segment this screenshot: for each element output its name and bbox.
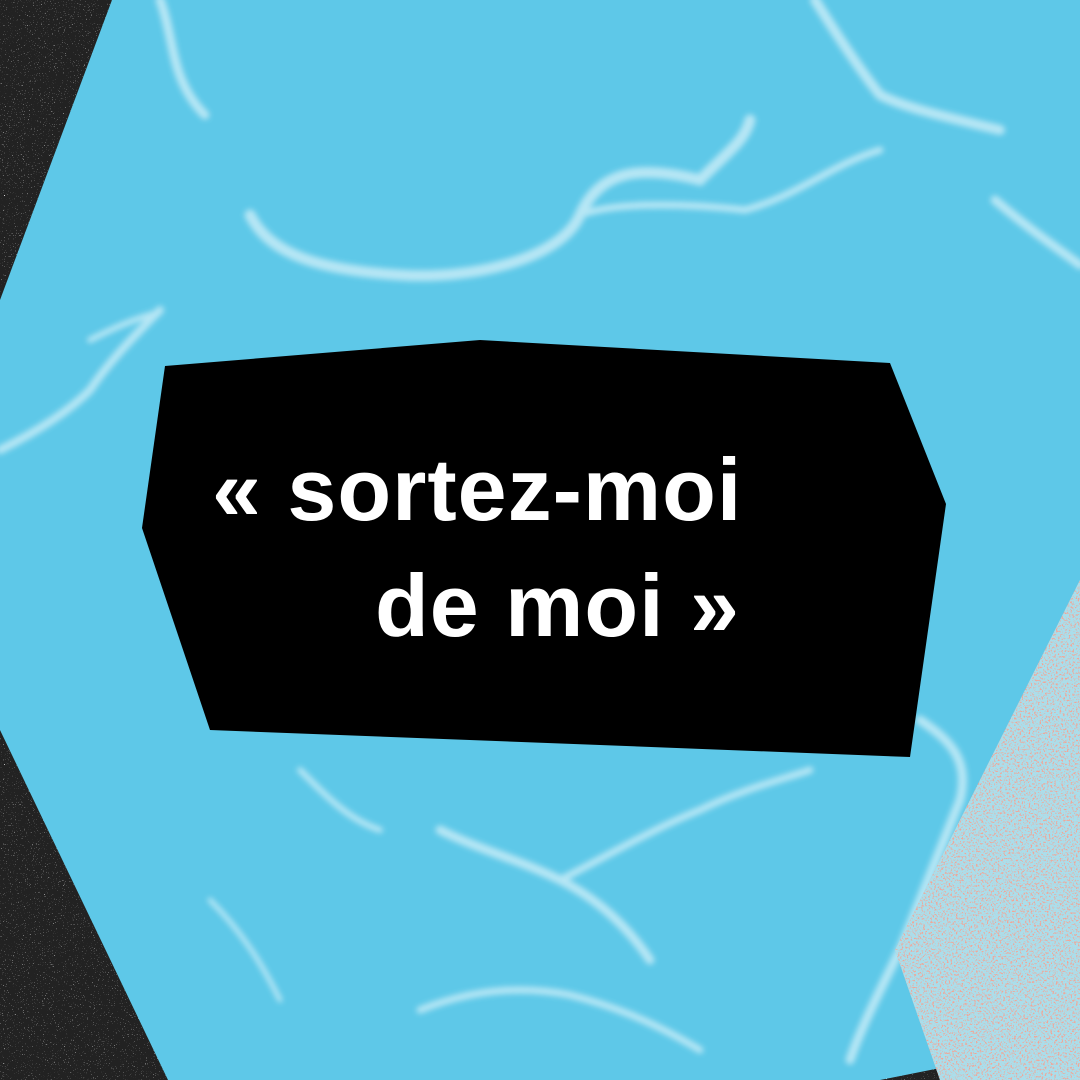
quote-card: « sortez-moi de moi »	[0, 0, 1080, 1080]
quote-line-1: « sortez-moi	[212, 440, 742, 539]
quote-label-background	[142, 340, 946, 757]
quote-artwork: « sortez-moi de moi »	[0, 0, 1080, 1080]
quote-line-2: de moi »	[375, 556, 740, 655]
